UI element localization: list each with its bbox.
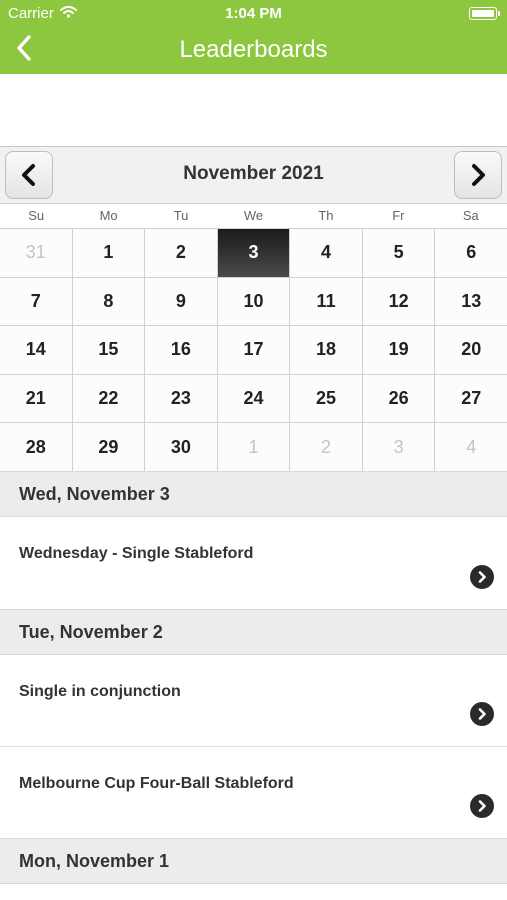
calendar-day[interactable]: 12 <box>362 277 435 326</box>
status-time: 1:04 PM <box>225 5 282 22</box>
leaderboard-item-title: Melbourne Cup Four-Ball Stableford <box>19 775 294 792</box>
section-date-label: Mon, November 1 <box>19 851 170 871</box>
calendar-day[interactable]: 4 <box>290 229 362 277</box>
date-section-header: Mon, November 1 <box>0 838 507 884</box>
leaderboard-item[interactable]: Wednesday - Single Stableford <box>0 517 507 611</box>
weekday-label: Tu <box>173 208 189 223</box>
calendar-day[interactable]: 10 <box>217 277 290 326</box>
calendar-day[interactable]: 28 <box>0 423 72 471</box>
chevron-right-circle-icon <box>470 794 494 818</box>
month-calendar: November 2021 Su Mo Tu We Th Fr Sa 31 1 2 3 4 5 6 7 8 9… <box>0 146 507 471</box>
calendar-day[interactable]: 25 <box>290 374 362 423</box>
weekday-label: Fr <box>392 208 405 223</box>
calendar-day[interactable]: 24 <box>217 374 290 423</box>
calendar-day[interactable]: 23 <box>145 374 217 423</box>
weekday-label: Sa <box>462 208 479 223</box>
weekday-label: Th <box>318 208 334 223</box>
chevron-right-circle-icon <box>470 565 494 589</box>
calendar-day[interactable]: 16 <box>145 326 217 374</box>
section-date-label: Tue, November 2 <box>19 622 163 642</box>
calendar-day[interactable]: 4 <box>435 423 507 471</box>
calendar-header: November 2021 <box>0 147 507 203</box>
nav-bar: Leaderboards <box>0 26 507 74</box>
calendar-month-title: November 2021 <box>183 163 324 184</box>
section-date-label: Wed, November 3 <box>19 484 170 504</box>
calendar-day[interactable]: 9 <box>145 277 217 326</box>
calendar-day[interactable]: 17 <box>217 326 290 374</box>
weekday-label: Su <box>28 208 45 223</box>
calendar-day[interactable]: 27 <box>435 374 507 423</box>
calendar-day[interactable]: 22 <box>72 374 145 423</box>
calendar-day[interactable]: 8 <box>72 277 145 326</box>
calendar-day[interactable]: 1 <box>72 229 145 277</box>
leaderboard-item[interactable]: Single in conjunction <box>0 655 507 747</box>
leaderboard-item-title: Wednesday - Single Stableford <box>19 545 254 562</box>
calendar-day[interactable]: 7 <box>0 277 72 326</box>
calendar-day[interactable]: 2 <box>145 229 217 277</box>
calendar-day[interactable]: 14 <box>0 326 72 374</box>
battery-icon <box>469 7 500 20</box>
date-section-header: Tue, November 2 <box>0 609 507 655</box>
calendar-day[interactable]: 20 <box>435 326 507 374</box>
calendar-day[interactable]: 3 <box>362 423 435 471</box>
leaderboard-item[interactable]: Melbourne Cup Four-Ball Stableford <box>0 747 507 839</box>
calendar-day[interactable]: 18 <box>290 326 362 374</box>
chevron-right-circle-icon <box>470 702 494 726</box>
calendar-day[interactable]: 19 <box>362 326 435 374</box>
calendar-day[interactable]: 21 <box>0 374 72 423</box>
calendar-day[interactable]: 6 <box>435 229 507 277</box>
page-title: Leaderboards <box>179 36 328 63</box>
next-month-button[interactable] <box>454 151 502 199</box>
calendar-day[interactable]: 13 <box>435 277 507 326</box>
calendar-day[interactable]: 15 <box>72 326 145 374</box>
calendar-day[interactable]: 1 <box>217 423 290 471</box>
calendar-day[interactable]: 26 <box>362 374 435 423</box>
weekday-header-row: Su Mo Tu We Th Fr Sa <box>0 203 507 228</box>
calendar-day[interactable]: 5 <box>362 229 435 277</box>
status-bar: Carrier 1:04 PM <box>0 0 507 26</box>
leaderboard-item-title: Single in conjunction <box>19 683 181 700</box>
calendar-day[interactable]: 2 <box>290 423 362 471</box>
calendar-day-grid: 31 1 2 3 4 5 6 7 8 9 10 11 12 13 14 15 16 17 18 19 20 21 22 23 2… <box>0 228 507 471</box>
calendar-day[interactable]: 11 <box>290 277 362 326</box>
date-section-header: Wed, November 3 <box>0 471 507 517</box>
chevron-right-icon <box>472 164 485 186</box>
calendar-day[interactable]: 31 <box>0 229 72 277</box>
weekday-label: Mo <box>99 208 118 223</box>
weekday-label: We <box>243 208 264 223</box>
calendar-day[interactable]: 30 <box>145 423 217 471</box>
calendar-day[interactable]: 29 <box>72 423 145 471</box>
header-bar: Carrier 1:04 PM Leaderboards <box>0 0 507 74</box>
calendar-day-selected[interactable]: 3 <box>217 229 290 277</box>
